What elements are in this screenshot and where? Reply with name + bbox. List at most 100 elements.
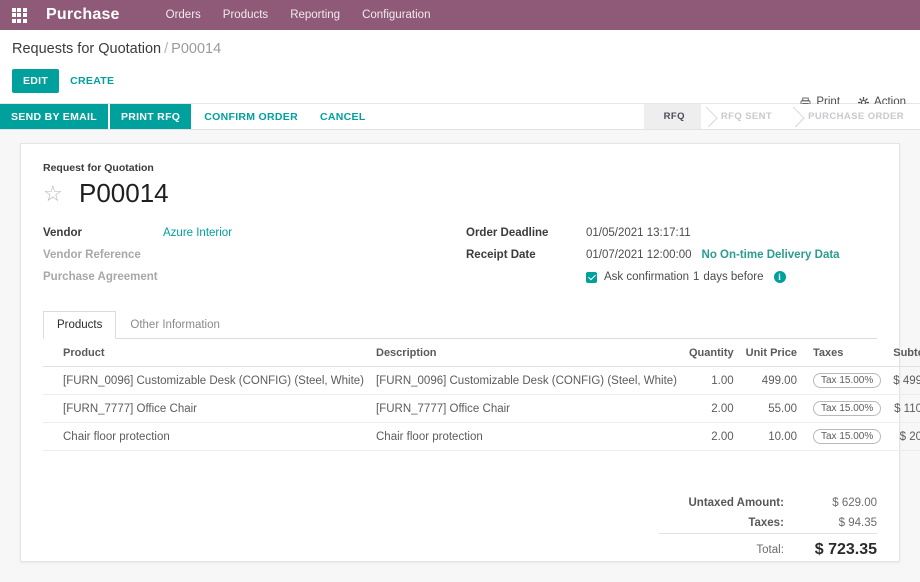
page-title: P00014 — [79, 178, 169, 208]
taxes-label: Taxes: — [748, 517, 784, 529]
column-taxes[interactable]: Taxes — [802, 339, 888, 367]
control-panel: Requests for Quotation / P00014 EDIT CREAT… — [0, 30, 920, 108]
column-description[interactable]: Description — [370, 339, 683, 367]
menu-item-configuration[interactable]: Configuration — [362, 9, 430, 21]
tax-badge: Tax 15.00% — [812, 429, 882, 444]
cell-unit-price: 499.00 — [739, 366, 803, 395]
create-button[interactable]: CREATE — [59, 69, 125, 93]
untaxed-amount-value: $ 629.00 — [832, 497, 877, 509]
cell-unit-price: 55.00 — [739, 394, 803, 423]
totals-table: Untaxed Amount: $ 629.00 Taxes: $ 94.35 … — [659, 493, 877, 563]
field-groups: Vendor Azure Interior Vendor Reference P… — [43, 227, 877, 293]
on-time-delivery-link[interactable]: No On-time Delivery Data — [702, 249, 840, 261]
field-vendor: Vendor Azure Interior — [43, 227, 460, 242]
totals-row-untaxed: Untaxed Amount: $ 629.00 — [659, 493, 878, 513]
notebook: Products Other Information Product Descr… — [43, 311, 920, 563]
status-bar: SEND BY EMAIL PRINT RFQ CONFIRM ORDER CA… — [0, 104, 920, 130]
column-unit-price[interactable]: Unit Price — [739, 339, 803, 367]
grid-apps-icon — [11, 7, 27, 23]
cell-unit-price: 10.00 — [739, 422, 803, 451]
star-outline-icon[interactable]: ☆ — [43, 182, 65, 205]
cell-description: [FURN_0096] Customizable Desk (CONFIG) (… — [370, 366, 683, 395]
tab-other-information[interactable]: Other Information — [116, 311, 233, 339]
send-by-email-button[interactable]: SEND BY EMAIL — [0, 104, 108, 129]
cell-quantity: 2.00 — [683, 394, 740, 423]
total-value: $ 723.35 — [797, 533, 877, 563]
field-label-purchase-agreement: Purchase Agreement — [43, 271, 158, 283]
column-quantity[interactable]: Quantity — [683, 339, 740, 367]
breadcrumb-current: P00014 — [171, 41, 222, 57]
field-value-receipt-date[interactable]: 01/07/2021 12:00:00 — [586, 249, 692, 261]
field-label-receipt-date: Receipt Date — [466, 249, 536, 261]
total-label: Total: — [659, 533, 798, 563]
menu-item-products[interactable]: Products — [223, 9, 268, 21]
field-group-right: Order Deadline 01/05/2021 13:17:11 Recei… — [460, 227, 877, 293]
breadcrumb: Requests for Quotation / P00014 — [12, 41, 908, 57]
apps-menu-button[interactable] — [0, 0, 38, 30]
totals-row-total: Total: $ 723.35 — [659, 533, 877, 563]
tax-badge: Tax 15.00% — [812, 373, 882, 388]
cell-description: [FURN_7777] Office Chair — [370, 394, 683, 423]
field-purchase-agreement: Purchase Agreement — [43, 271, 460, 286]
cancel-button[interactable]: CANCEL — [308, 104, 377, 129]
cell-quantity: 2.00 — [683, 422, 740, 451]
breadcrumb-separator: / — [164, 41, 169, 57]
order-lines-header: Product Description Quantity Unit Price … — [43, 339, 920, 367]
cell-taxes: Tax 15.00% — [802, 366, 888, 395]
column-product[interactable]: Product — [43, 339, 370, 367]
stage-rfq[interactable]: RFQ — [643, 104, 701, 129]
table-row[interactable]: [FURN_7777] Office Chair [FURN_7777] Off… — [43, 394, 920, 423]
info-circle-icon[interactable]: i — [773, 271, 786, 283]
print-rfq-button[interactable]: PRINT RFQ — [109, 104, 192, 129]
record-action-buttons: EDIT CREATE — [12, 69, 908, 103]
status-pipeline: RFQ RFQ SENT PURCHASE ORDER — [643, 104, 920, 129]
menu-item-reporting[interactable]: Reporting — [290, 9, 340, 21]
ask-confirmation-checkbox[interactable] — [586, 271, 597, 283]
ask-confirmation-row: Ask confirmation 1 days before i — [466, 271, 877, 283]
table-row[interactable]: Chair floor protection Chair floor prote… — [43, 422, 920, 451]
field-label-order-deadline: Order Deadline — [466, 227, 549, 239]
field-label-vendor: Vendor — [43, 227, 82, 239]
ask-confirmation-suffix: days before — [703, 271, 764, 283]
record-title-row: ☆ P00014 — [43, 178, 877, 209]
form-subtitle: Request for Quotation — [43, 162, 154, 174]
stage-purchase-order[interactable]: PURCHASE ORDER — [788, 104, 920, 129]
workflow-buttons: SEND BY EMAIL PRINT RFQ CONFIRM ORDER CA… — [0, 104, 377, 129]
ask-confirmation-days-input[interactable]: 1 — [693, 271, 699, 283]
notebook-tabs: Products Other Information — [43, 311, 877, 339]
column-subtotal[interactable]: Subtotal — [887, 339, 920, 367]
totals-section: Untaxed Amount: $ 629.00 Taxes: $ 94.35 … — [43, 493, 877, 563]
cell-taxes: Tax 15.00% — [802, 422, 888, 451]
untaxed-amount-label: Untaxed Amount: — [688, 497, 784, 509]
tab-products[interactable]: Products — [43, 311, 117, 339]
totals-row-taxes: Taxes: $ 94.35 — [659, 513, 877, 534]
order-lines-body: [FURN_0096] Customizable Desk (CONFIG) (… — [43, 366, 920, 451]
cell-subtotal: $ 499.00 — [887, 366, 920, 395]
cell-description: Chair floor protection — [370, 422, 683, 451]
app-brand-title[interactable]: Purchase — [46, 6, 120, 24]
cell-product: [FURN_0096] Customizable Desk (CONFIG) (… — [43, 366, 370, 395]
top-navbar: Purchase Orders Products Reporting Confi… — [0, 0, 920, 30]
edit-button[interactable]: EDIT — [12, 69, 60, 93]
field-value-order-deadline[interactable]: 01/05/2021 13:17:11 — [586, 227, 691, 239]
ask-confirmation-label: Ask confirmation — [604, 271, 690, 283]
table-header-row: Product Description Quantity Unit Price … — [43, 339, 920, 367]
cell-taxes: Tax 15.00% — [802, 394, 888, 423]
taxes-value: $ 94.35 — [838, 517, 877, 529]
field-vendor-reference: Vendor Reference — [43, 249, 460, 264]
field-group-left: Vendor Azure Interior Vendor Reference P… — [43, 227, 460, 293]
breadcrumb-root[interactable]: Requests for Quotation — [12, 41, 161, 57]
cell-subtotal: $ 20.00 — [887, 422, 920, 451]
cell-subtotal: $ 110.00 — [887, 394, 920, 423]
sheet-container: Request for Quotation ☆ P00014 Vendor Az… — [0, 130, 920, 563]
cell-product: [FURN_7777] Office Chair — [43, 394, 370, 423]
table-row[interactable]: [FURN_0096] Customizable Desk (CONFIG) (… — [43, 366, 920, 395]
main-menu: Orders Products Reporting Configuration — [166, 9, 431, 21]
confirm-order-button[interactable]: CONFIRM ORDER — [193, 104, 309, 129]
form-sheet: Request for Quotation ☆ P00014 Vendor Az… — [20, 143, 920, 563]
order-lines-table: Product Description Quantity Unit Price … — [43, 339, 920, 451]
field-receipt-date: Receipt Date 01/07/2021 12:00:00 No On-t… — [466, 249, 877, 264]
menu-item-orders[interactable]: Orders — [166, 9, 201, 21]
field-value-vendor[interactable]: Azure Interior — [163, 227, 232, 239]
stage-rfq-sent[interactable]: RFQ SENT — [700, 104, 789, 129]
